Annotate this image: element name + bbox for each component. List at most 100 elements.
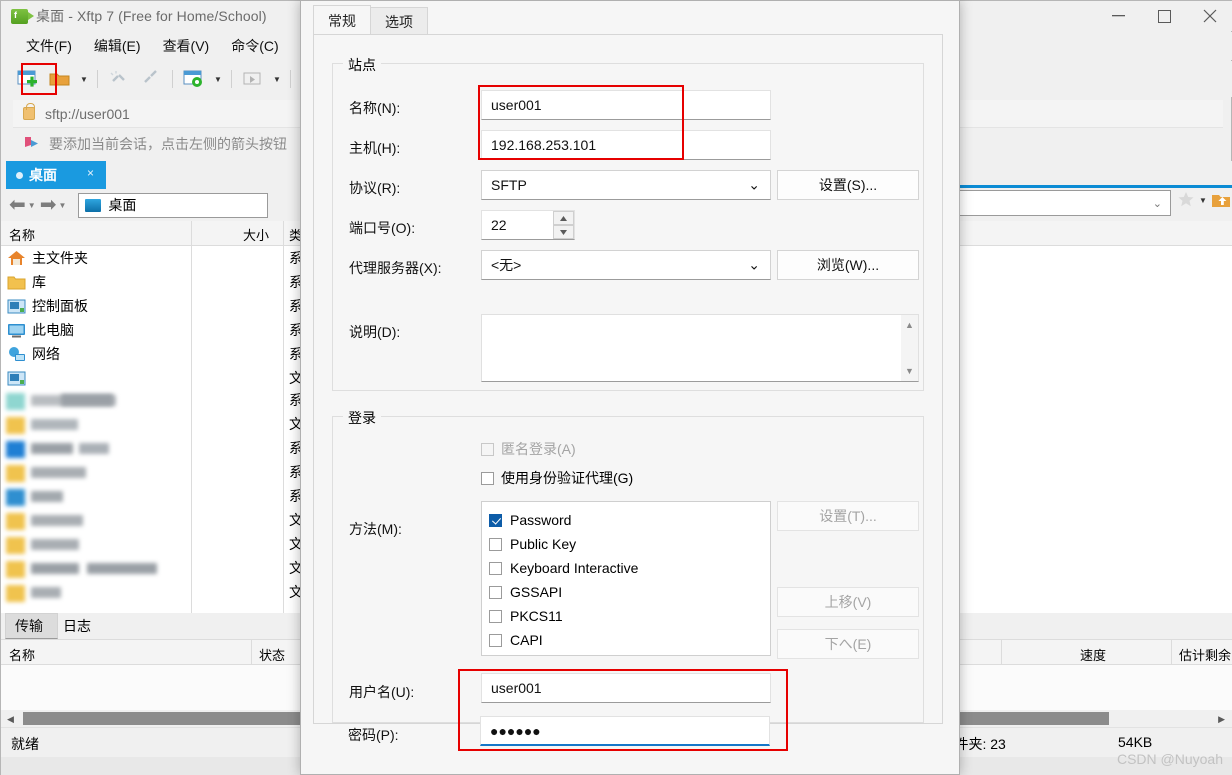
site-group: 站点 名称(N): user001 主机(H): 192.168.253.101… <box>332 55 924 391</box>
description-scrollbar[interactable]: ▲ ▼ <box>901 315 918 381</box>
xfer-col-divider-2[interactable] <box>1001 640 1002 666</box>
method-label-public-key: Public Key <box>510 536 577 552</box>
menu-edit[interactable]: 编辑(E) <box>83 34 152 58</box>
method-item-public-key[interactable]: Public Key <box>482 532 770 556</box>
anonymous-login-checkbox-row[interactable]: 匿名登录(A) <box>481 439 576 459</box>
open-folder-icon[interactable] <box>45 65 75 93</box>
login-group: 登录 匿名登录(A) 使用身份验证代理(G) 方法(M): Password P… <box>332 408 924 723</box>
proxy-select[interactable]: <无> ⌄ <box>481 250 771 280</box>
xfer-col-divider-3[interactable] <box>1171 640 1172 666</box>
scroll-thumb-right[interactable] <box>941 712 1109 725</box>
run-icon <box>238 65 268 93</box>
scroll-down-arrow-icon[interactable]: ▼ <box>905 366 914 376</box>
xfer-col-speed[interactable]: 速度 <box>1080 645 1106 664</box>
tab-desktop[interactable]: 桌面 × <box>6 161 106 189</box>
new-session-icon[interactable] <box>13 65 43 93</box>
method-item-pkcs11[interactable]: PKCS11 <box>482 604 770 628</box>
back-dropdown-icon[interactable]: ▼ <box>28 201 36 210</box>
column-split-2 <box>283 221 284 621</box>
xfer-col-status[interactable]: 状态 <box>259 645 285 664</box>
session-hint-text: 要添加当前会话，点击左侧的箭头按钮 <box>49 136 287 152</box>
method-checkbox-pkcs11[interactable] <box>489 609 502 623</box>
parent-folder-icon[interactable] <box>1211 191 1231 209</box>
proxy-browse-button[interactable]: 浏览(W)... <box>777 250 919 280</box>
protocol-settings-button[interactable]: 设置(S)... <box>777 170 919 200</box>
tab-options[interactable]: 选项 <box>370 7 428 35</box>
method-item-password[interactable]: Password <box>482 508 770 532</box>
scroll-thumb-left[interactable] <box>23 712 323 725</box>
use-auth-agent-label: 使用身份验证代理(G) <box>501 470 634 486</box>
list-item-label: 主文件夹 <box>32 250 88 266</box>
lock-icon <box>23 103 35 120</box>
method-checkbox-gssapi[interactable] <box>489 585 502 599</box>
forward-dropdown-icon[interactable]: ▼ <box>58 201 66 210</box>
method-checkbox-password[interactable] <box>489 513 502 527</box>
status-ready: 就绪 <box>11 736 39 752</box>
port-spinner[interactable] <box>553 211 574 239</box>
session-properties-dialog: 常规 选项 站点 名称(N): user001 主机(H): 192.168.2… <box>300 0 960 775</box>
description-textarea[interactable]: ▲ ▼ <box>481 314 919 382</box>
port-input[interactable]: 22 <box>481 210 575 240</box>
method-item-keyboard-interactive[interactable]: Keyboard Interactive <box>482 556 770 580</box>
tab-log[interactable]: 日志 <box>49 613 105 639</box>
method-label-password: Password <box>510 512 572 528</box>
maximize-icon[interactable] <box>1141 1 1187 31</box>
auth-methods-list[interactable]: Password Public Key Keyboard Interactive… <box>481 501 771 656</box>
back-arrow-icon[interactable]: ⬅ <box>9 195 26 215</box>
connect-icon <box>136 65 166 93</box>
tab-label: 桌面 <box>29 167 57 183</box>
host-input[interactable]: 192.168.253.101 <box>481 130 771 160</box>
scroll-left-arrow-icon[interactable]: ◀ <box>7 714 14 725</box>
remote-path-input[interactable]: ⌄ <box>931 190 1171 216</box>
scroll-up-arrow-icon[interactable]: ▲ <box>905 320 914 330</box>
protocol-select-value: SFTP <box>491 177 527 193</box>
method-checkbox-public-key[interactable] <box>489 537 502 551</box>
favorite-star-icon[interactable] <box>1177 191 1195 209</box>
local-path-input[interactable]: 桌面 <box>78 192 269 218</box>
menu-command[interactable]: 命令(C) <box>220 34 289 58</box>
menu-view[interactable]: 查看(V) <box>152 34 221 58</box>
blurred-label <box>79 443 109 454</box>
protocol-select[interactable]: SFTP ⌄ <box>481 170 771 200</box>
port-spin-up-icon[interactable] <box>553 211 574 225</box>
method-checkbox-keyboard-interactive[interactable] <box>489 561 502 575</box>
control-panel-icon <box>7 371 26 385</box>
xfer-col-name[interactable]: 名称 <box>9 645 35 664</box>
port-spin-down-icon[interactable] <box>553 225 574 239</box>
col-size[interactable]: 大小 <box>243 225 269 244</box>
tab-general[interactable]: 常规 <box>313 5 371 35</box>
method-move-down-button[interactable]: 下へ(E) <box>777 629 919 659</box>
close-icon[interactable] <box>1187 1 1232 31</box>
method-label-pkcs11: PKCS11 <box>510 608 563 624</box>
menu-file[interactable]: 文件(F) <box>15 34 83 58</box>
method-item-gssapi[interactable]: GSSAPI <box>482 580 770 604</box>
tab-close-icon[interactable]: × <box>87 166 94 180</box>
use-auth-agent-checkbox[interactable] <box>481 471 494 485</box>
method-settings-button[interactable]: 设置(T)... <box>777 501 919 531</box>
host-label: 主机(H): <box>349 140 401 156</box>
toolbar-separator <box>97 70 98 88</box>
list-item-label: 控制面板 <box>32 298 88 314</box>
method-checkbox-capi[interactable] <box>489 633 502 647</box>
method-move-up-button[interactable]: 上移(V) <box>777 587 919 617</box>
method-item-capi[interactable]: CAPI <box>482 628 770 652</box>
login-group-title: 登录 <box>343 408 381 428</box>
session-settings-dropdown-icon[interactable]: ▼ <box>211 65 225 93</box>
remote-path-chevron-icon: ⌄ <box>1152 197 1162 210</box>
open-folder-dropdown-icon[interactable]: ▼ <box>77 65 91 93</box>
name-input[interactable]: user001 <box>481 90 771 120</box>
scroll-right-arrow-icon[interactable]: ▶ <box>1218 714 1225 725</box>
use-auth-agent-checkbox-row[interactable]: 使用身份验证代理(G) <box>481 468 633 488</box>
session-settings-icon[interactable] <box>179 65 209 93</box>
col-name[interactable]: 名称 <box>9 225 35 244</box>
xfer-col-divider-1[interactable] <box>251 640 252 666</box>
method-label-gssapi: GSSAPI <box>510 584 563 600</box>
username-input[interactable]: user001 <box>481 673 771 703</box>
toolbar-separator-4 <box>290 70 291 88</box>
minimize-icon[interactable] <box>1095 1 1141 31</box>
favorite-dropdown-icon[interactable]: ▼ <box>1199 196 1207 205</box>
xfer-col-eta[interactable]: 估计剩余 <box>1179 645 1231 664</box>
forward-arrow-icon[interactable]: ➡ <box>40 195 57 215</box>
anonymous-login-label: 匿名登录(A) <box>501 441 576 457</box>
anonymous-login-checkbox[interactable] <box>481 442 494 456</box>
